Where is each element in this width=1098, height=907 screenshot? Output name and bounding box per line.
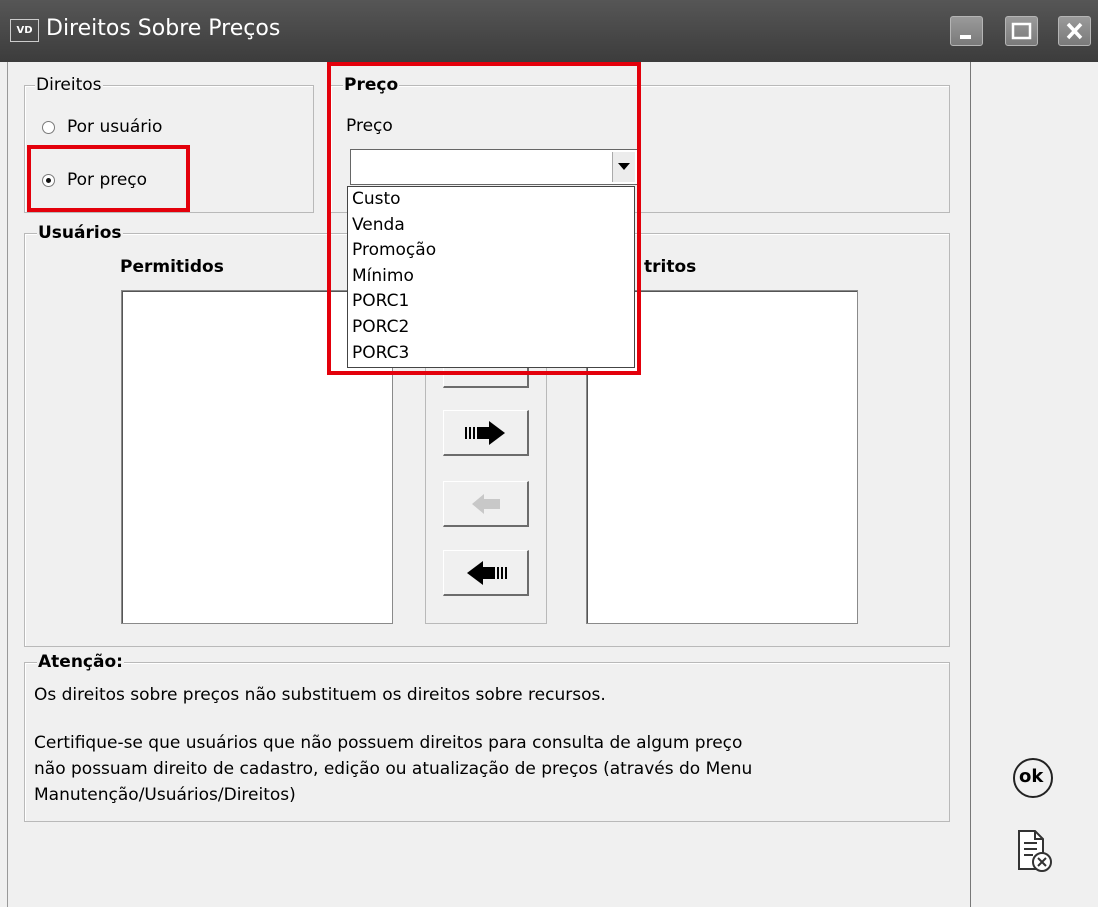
atencao-label: Atenção: bbox=[37, 652, 124, 672]
app-icon: VD bbox=[10, 19, 39, 42]
minimize-button[interactable] bbox=[950, 16, 983, 46]
move-one-left-button[interactable] bbox=[443, 481, 529, 527]
atencao-text-3: não possuam direito de cadastro, edição … bbox=[34, 759, 753, 779]
highlight-por-preco bbox=[27, 145, 190, 212]
window-title: Direitos Sobre Preços bbox=[46, 16, 281, 41]
atencao-text-1: Os direitos sobre preços não substituem … bbox=[34, 685, 606, 705]
direitos-label: Direitos bbox=[35, 75, 103, 95]
document-cancel-icon bbox=[1018, 830, 1052, 872]
minimize-icon bbox=[960, 35, 971, 39]
usuarios-label: Usuários bbox=[37, 223, 123, 243]
arrow-left-disabled-icon bbox=[471, 493, 500, 514]
maximize-button[interactable] bbox=[1005, 16, 1038, 46]
radio-por-usuario[interactable]: Por usuário bbox=[42, 117, 162, 137]
cancel-button[interactable] bbox=[1015, 829, 1055, 875]
double-arrow-left-icon bbox=[466, 560, 507, 585]
close-button[interactable] bbox=[1058, 16, 1091, 46]
ok-button[interactable]: ok bbox=[1011, 756, 1055, 800]
ok-label: ok bbox=[1019, 766, 1044, 787]
maximize-icon bbox=[1011, 22, 1032, 40]
close-icon bbox=[1066, 22, 1083, 40]
permitidos-header: Permitidos bbox=[120, 257, 224, 277]
restritos-header: tritos bbox=[644, 257, 697, 277]
move-all-right-button[interactable] bbox=[443, 410, 529, 456]
highlight-preco-dropdown bbox=[327, 62, 641, 375]
atencao-text-2: Certifique-se que usuários que não possu… bbox=[34, 733, 743, 753]
radio-icon[interactable] bbox=[42, 120, 55, 134]
radio-por-usuario-label: Por usuário bbox=[67, 117, 163, 137]
double-arrow-right-icon bbox=[464, 420, 505, 445]
move-all-left-button[interactable] bbox=[443, 550, 529, 596]
atencao-text-4: Manutenção/Usuários/Direitos) bbox=[34, 785, 296, 805]
